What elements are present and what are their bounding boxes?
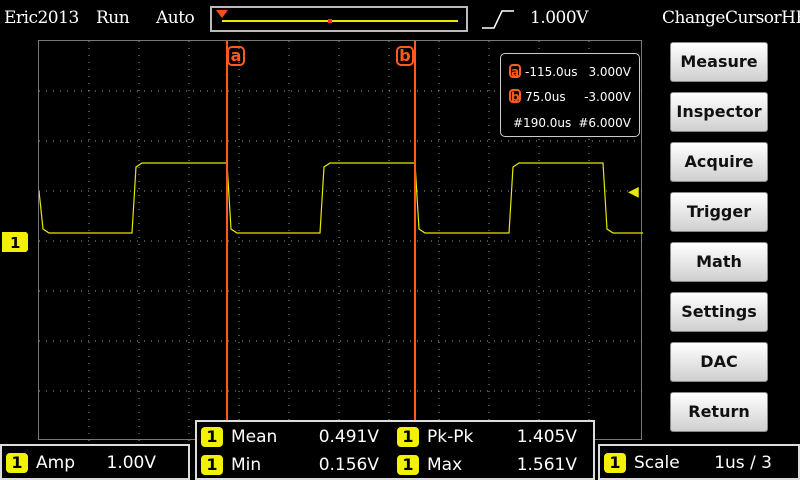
channel-badge: 1 <box>6 453 28 473</box>
trigger-mode[interactable]: Auto <box>156 8 195 28</box>
measurement-panel: 1 Mean 0.491V 1 Pk-Pk 1.405V 1 Min 0.156… <box>195 420 595 480</box>
mean-stat: 1 Mean 0.491V <box>201 426 379 448</box>
scale-panel[interactable]: 1 Scale 1us / 3 <box>598 444 800 480</box>
min-stat: 1 Min 0.156V <box>201 454 379 476</box>
min-value: 0.156V <box>318 455 379 475</box>
user-label: Eric2013 <box>4 8 79 28</box>
trigger-position-marker <box>216 10 228 18</box>
run-state[interactable]: Run <box>96 8 130 28</box>
max-value: 1.561V <box>516 455 577 475</box>
acquire-button[interactable]: Acquire <box>670 142 768 182</box>
settings-button[interactable]: Settings <box>670 292 768 332</box>
amp-label: Amp <box>36 453 75 473</box>
mean-label: Mean <box>231 427 278 447</box>
cursor-b-badge: b <box>509 89 521 104</box>
cursor-b-tag[interactable]: b <box>396 46 414 66</box>
max-label: Max <box>427 455 463 475</box>
scale-label: Scale <box>634 453 680 473</box>
cursor-readout: a -115.0us 3.000V b 75.0us -3.000V #190.… <box>500 53 640 137</box>
mean-value: 0.491V <box>318 427 379 447</box>
amp-panel[interactable]: 1 Amp 1.00V <box>0 444 190 480</box>
scale-value: 1us / 3 <box>714 453 772 473</box>
channel-badge: 1 <box>201 427 223 447</box>
cursor-b-volt: -3.000V <box>584 90 631 104</box>
cursor-a-badge: a <box>509 64 521 79</box>
cursor-delta-readout: #190.0us #6.000V <box>509 115 633 133</box>
cursor-a-time: -115.0us <box>525 65 578 79</box>
cursor-a-tag[interactable]: a <box>227 46 245 66</box>
channel-badge: 1 <box>201 455 223 475</box>
channel-1-marker-label: 1 <box>10 234 20 252</box>
delta-time: #190.0us <box>513 116 572 130</box>
trigger-position-bar[interactable] <box>210 6 468 32</box>
cursor-b-time: 75.0us <box>525 90 566 104</box>
amp-stat: 1 Amp 1.00V <box>6 452 156 474</box>
scale-stat: 1 Scale 1us / 3 <box>604 452 772 474</box>
top-status-bar: Eric2013 Run Auto 1.000V ChangeCursorHB <box>0 0 800 38</box>
inspector-button[interactable]: Inspector <box>670 92 768 132</box>
dac-button[interactable]: DAC <box>670 342 768 382</box>
measure-button[interactable]: Measure <box>670 42 768 82</box>
cursor-b-readout: b 75.0us -3.000V <box>509 89 633 107</box>
return-button[interactable]: Return <box>670 392 768 432</box>
trigger-button[interactable]: Trigger <box>670 192 768 232</box>
amp-value: 1.00V <box>106 453 156 473</box>
trigger-level-arrow-icon[interactable]: ◀ <box>628 184 639 200</box>
cursor-a-readout: a -115.0us 3.000V <box>509 64 633 82</box>
max-stat: 1 Max 1.561V <box>397 454 577 476</box>
record-line <box>222 20 458 22</box>
channel-badge: 1 <box>604 453 626 473</box>
cursor-a-volt: 3.000V <box>588 65 631 79</box>
app-title: ChangeCursorHB <box>662 8 800 28</box>
channel-1-ground-marker[interactable]: 1 <box>0 231 28 253</box>
channel-1-trace <box>39 162 643 234</box>
pkpk-stat: 1 Pk-Pk 1.405V <box>397 426 577 448</box>
math-button[interactable]: Math <box>670 242 768 282</box>
min-label: Min <box>231 455 262 475</box>
trigger-level: 1.000V <box>530 8 588 28</box>
view-position-dot <box>328 19 332 23</box>
pkpk-label: Pk-Pk <box>427 427 474 447</box>
channel-badge: 1 <box>397 427 419 447</box>
channel-badge: 1 <box>397 455 419 475</box>
pkpk-value: 1.405V <box>516 427 577 447</box>
delta-volt: #6.000V <box>578 116 631 130</box>
rising-edge-icon <box>482 10 514 29</box>
